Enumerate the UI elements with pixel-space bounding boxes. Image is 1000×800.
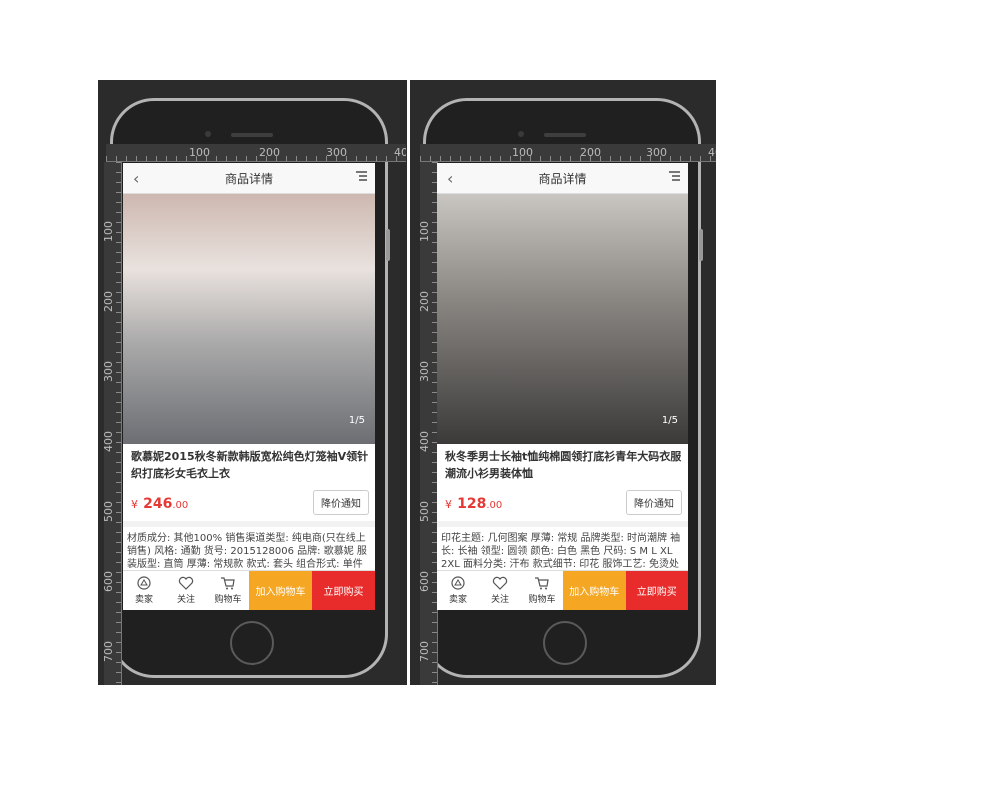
product-info: 秋冬季男士长袖t恤纯棉圆领打底衫青年大码衣服潮流小衫男装体恤 ¥ 128.00 … xyxy=(437,444,688,521)
stage: 100 200 300 400 100 200 300 400 500 600 … xyxy=(0,0,1000,800)
price-currency: ¥ xyxy=(445,498,452,511)
tab-follow[interactable]: 关注 xyxy=(479,571,521,610)
phone-panel-right: 100 200 300 400 100 200 300 400 500 600 … xyxy=(410,80,716,685)
ruler-label: 700 xyxy=(420,641,431,662)
ruler-label: 400 xyxy=(420,431,431,452)
product-price: ¥ 128.00 xyxy=(445,493,502,512)
ruler-top: 100 200 300 400 xyxy=(106,144,406,162)
speaker-grille xyxy=(231,133,273,137)
product-title: 歌慕妮2015秋冬新款韩版宽松纯色灯笼袖V领针织打底衫女毛衣上衣 xyxy=(131,450,369,480)
heart-icon xyxy=(178,576,194,590)
add-to-cart-button[interactable]: 加入购物车 xyxy=(563,571,626,610)
side-button xyxy=(386,229,390,261)
back-icon[interactable]: ‹ xyxy=(447,169,453,188)
ruler-label: 500 xyxy=(420,501,431,522)
tab-follow[interactable]: 关注 xyxy=(165,571,207,610)
speaker-grille xyxy=(544,133,586,137)
tab-label: 购物车 xyxy=(214,595,242,605)
ruler-label: 600 xyxy=(420,571,431,592)
price-decimal: .00 xyxy=(486,500,503,511)
price-integer: 246 xyxy=(143,496,173,512)
ruler-label: 200 xyxy=(104,291,115,312)
camera-icon xyxy=(518,131,524,137)
ruler-label: 200 xyxy=(580,146,601,159)
ruler-label: 300 xyxy=(104,361,115,382)
ruler-left: 100 200 300 400 500 600 700 xyxy=(104,162,122,685)
image-counter: 1/5 xyxy=(348,415,365,426)
page-title: 商品详情 xyxy=(538,171,587,186)
buy-now-button[interactable]: 立即购买 xyxy=(312,571,375,610)
image-counter: 1/5 xyxy=(661,415,678,426)
tab-seller[interactable]: 卖家 xyxy=(123,571,165,610)
ruler-label: 200 xyxy=(420,291,431,312)
product-image[interactable]: 1/5 xyxy=(123,194,375,444)
ruler-label: 500 xyxy=(104,501,115,522)
tab-label: 卖家 xyxy=(134,595,153,605)
ruler-label: 100 xyxy=(189,146,210,159)
tab-label: 购物车 xyxy=(528,595,556,605)
price-integer: 128 xyxy=(457,496,487,512)
price-drop-notify-button[interactable]: 降价通知 xyxy=(313,490,369,515)
ruler-label: 300 xyxy=(420,361,431,382)
ruler-left: 100 200 300 400 500 600 700 xyxy=(420,162,438,685)
ruler-label: 200 xyxy=(259,146,280,159)
nav-bar: ‹ 商品详情 xyxy=(437,163,688,194)
product-image[interactable]: 1/5 xyxy=(437,194,688,444)
heart-icon xyxy=(492,576,508,590)
price-currency: ¥ xyxy=(131,498,138,511)
tab-label: 关注 xyxy=(490,595,509,605)
camera-icon xyxy=(205,131,211,137)
price-drop-notify-button[interactable]: 降价通知 xyxy=(626,490,682,515)
price-row: ¥ 246.00 降价通知 xyxy=(131,490,369,515)
ruler-label: 300 xyxy=(646,146,667,159)
ruler-top: 100 200 300 400 xyxy=(420,144,716,162)
tab-cart[interactable]: 购物车 xyxy=(207,571,249,610)
product-price: ¥ 246.00 xyxy=(131,493,188,512)
ruler-label: 100 xyxy=(104,221,115,242)
bottom-action-bar: 卖家 关注 购物车 加入购物车 立即购买 xyxy=(437,570,688,610)
product-info: 歌慕妮2015秋冬新款韩版宽松纯色灯笼袖V领针织打底衫女毛衣上衣 ¥ 246.0… xyxy=(123,444,375,521)
tab-label: 关注 xyxy=(176,595,195,605)
home-button[interactable] xyxy=(230,621,274,665)
ruler-label: 400 xyxy=(394,146,406,159)
home-button[interactable] xyxy=(543,621,587,665)
back-icon[interactable]: ‹ xyxy=(133,169,139,188)
seller-icon xyxy=(137,576,151,590)
product-title: 秋冬季男士长袖t恤纯棉圆领打底衫青年大码衣服潮流小衫男装体恤 xyxy=(445,450,682,480)
price-decimal: .00 xyxy=(172,500,189,511)
phone-screen: ‹ 商品详情 1/5 秋冬季男士长袖t恤纯棉圆领打底衫青年大码衣服潮流小衫男装体… xyxy=(437,163,688,610)
bottom-action-bar: 卖家 关注 购物车 加入购物车 立即购买 xyxy=(123,570,375,610)
tab-cart[interactable]: 购物车 xyxy=(521,571,563,610)
menu-icon[interactable] xyxy=(356,171,367,184)
cart-icon xyxy=(221,577,235,590)
buy-now-button[interactable]: 立即购买 xyxy=(625,571,688,610)
ruler-label: 100 xyxy=(420,221,431,242)
phone-screen: ‹ 商品详情 1/5 歌慕妮2015秋冬新款韩版宽松纯色灯笼袖V领针织打底衫女毛… xyxy=(123,163,375,610)
side-button xyxy=(699,229,703,261)
seller-icon xyxy=(451,576,465,590)
tab-seller[interactable]: 卖家 xyxy=(437,571,479,610)
ruler-label: 400 xyxy=(104,431,115,452)
page-title: 商品详情 xyxy=(224,171,273,186)
ruler-label: 600 xyxy=(104,571,115,592)
add-to-cart-button[interactable]: 加入购物车 xyxy=(249,571,312,610)
nav-bar: ‹ 商品详情 xyxy=(123,163,375,194)
cart-icon xyxy=(535,577,549,590)
ruler-label: 400 xyxy=(708,146,716,159)
ruler-label: 700 xyxy=(104,641,115,662)
phone-panel-left: 100 200 300 400 100 200 300 400 500 600 … xyxy=(98,80,407,685)
price-row: ¥ 128.00 降价通知 xyxy=(445,490,682,515)
ruler-label: 100 xyxy=(512,146,533,159)
menu-icon[interactable] xyxy=(669,171,680,184)
ruler-label: 300 xyxy=(326,146,347,159)
tab-label: 卖家 xyxy=(448,595,467,605)
